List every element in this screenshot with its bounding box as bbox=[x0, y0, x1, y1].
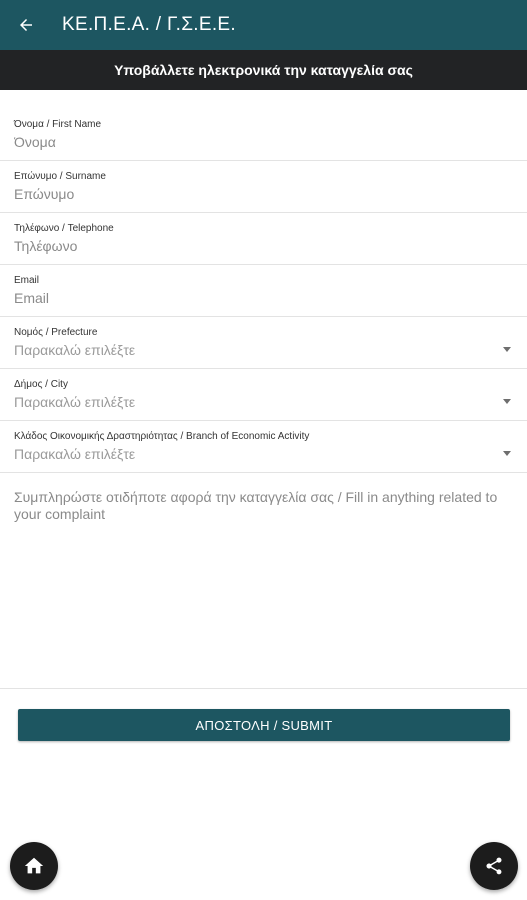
city-label: Δήμος / City bbox=[14, 379, 68, 390]
share-icon bbox=[486, 857, 502, 875]
complaint-field bbox=[0, 473, 527, 689]
complaint-form: Όνομα / First Name Επώνυμο / Surname Τηλ… bbox=[0, 90, 527, 689]
activity-value: Παρακαλώ επιλέξτε bbox=[14, 446, 136, 462]
first-name-field: Όνομα / First Name bbox=[0, 108, 527, 161]
prefecture-label: Νομός / Prefecture bbox=[14, 327, 98, 338]
email-input[interactable] bbox=[14, 290, 513, 306]
telephone-label: Τηλέφωνο / Telephone bbox=[14, 223, 114, 234]
surname-label: Επώνυμο / Surname bbox=[14, 171, 106, 182]
dropdown-arrow-icon bbox=[503, 399, 511, 404]
city-select[interactable]: Δήμος / City Παρακαλώ επιλέξτε bbox=[0, 369, 527, 421]
home-button[interactable] bbox=[10, 842, 58, 890]
city-value: Παρακαλώ επιλέξτε bbox=[14, 394, 136, 410]
app-bar: ΚΕ.Π.Ε.Α. / Γ.Σ.Ε.Ε. bbox=[0, 0, 527, 50]
arrow-left-icon bbox=[20, 19, 32, 31]
form-header: Υποβάλλετε ηλεκτρονικά την καταγγελία σα… bbox=[0, 50, 527, 90]
dropdown-arrow-icon bbox=[503, 347, 511, 352]
first-name-input[interactable] bbox=[14, 134, 513, 150]
email-field: Email bbox=[0, 265, 527, 317]
email-label: Email bbox=[14, 275, 40, 286]
back-button[interactable] bbox=[14, 13, 38, 37]
surname-input[interactable] bbox=[14, 186, 513, 202]
first-name-label: Όνομα / First Name bbox=[14, 119, 102, 130]
share-button[interactable] bbox=[470, 842, 518, 890]
activity-label: Κλάδος Οικονομικής Δραστηριότητας / Bran… bbox=[14, 431, 310, 442]
telephone-input[interactable] bbox=[14, 238, 513, 254]
complaint-textarea[interactable] bbox=[14, 489, 513, 679]
prefecture-value: Παρακαλώ επιλέξτε bbox=[14, 342, 136, 358]
surname-field: Επώνυμο / Surname bbox=[0, 161, 527, 213]
submit-button[interactable]: ΑΠΟΣΤΟΛΗ / SUBMIT bbox=[18, 709, 510, 741]
app-title: ΚΕ.Π.Ε.Α. / Γ.Σ.Ε.Ε. bbox=[62, 14, 236, 35]
form-header-text: Υποβάλλετε ηλεκτρονικά την καταγγελία σα… bbox=[114, 62, 413, 78]
activity-select[interactable]: Κλάδος Οικονομικής Δραστηριότητας / Bran… bbox=[0, 421, 527, 473]
dropdown-arrow-icon bbox=[503, 451, 511, 456]
prefecture-select[interactable]: Νομός / Prefecture Παρακαλώ επιλέξτε bbox=[0, 317, 527, 369]
home-icon bbox=[24, 857, 44, 874]
telephone-field: Τηλέφωνο / Telephone bbox=[0, 213, 527, 265]
